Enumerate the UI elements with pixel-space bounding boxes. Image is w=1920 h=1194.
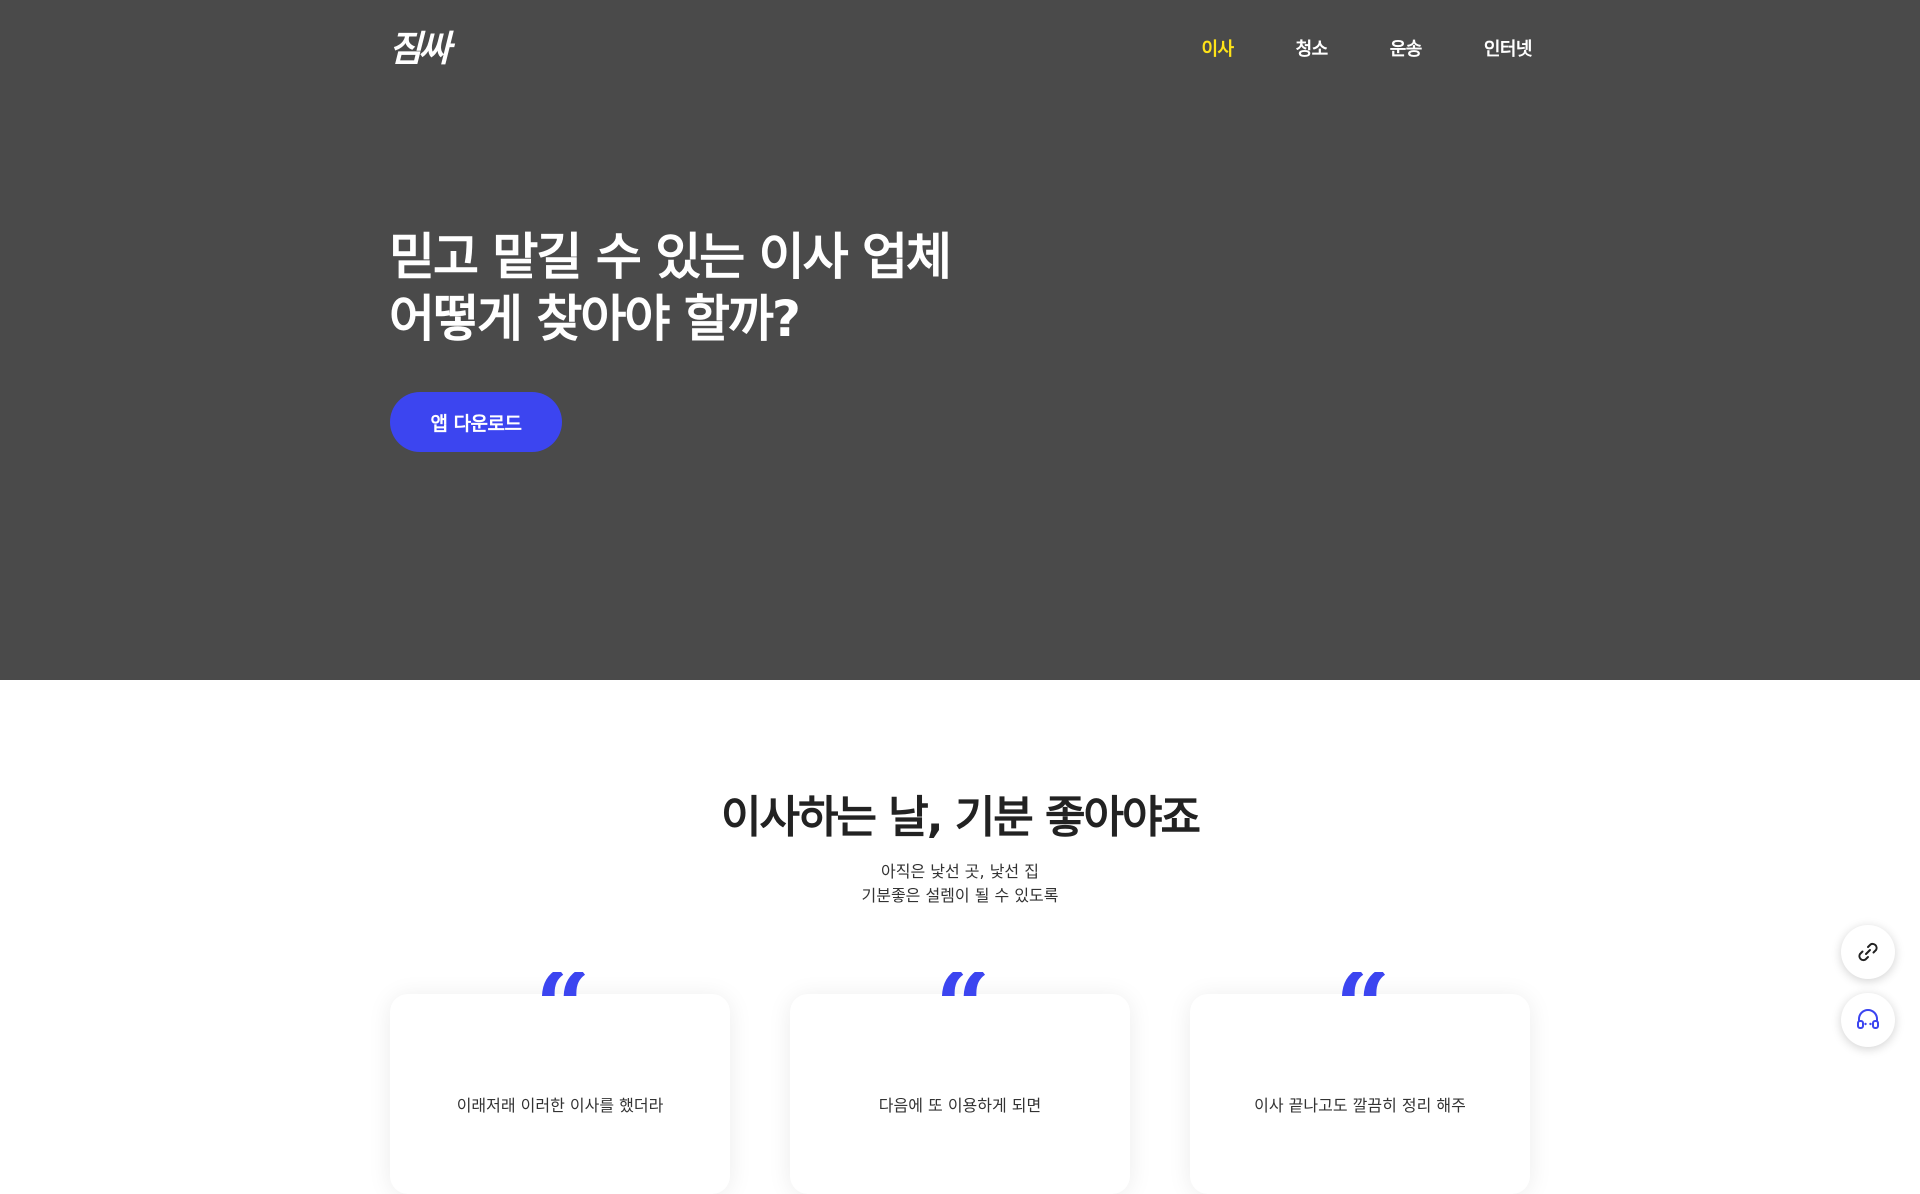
hero-title-line1: 믿고 맡길 수 있는 이사 업체 <box>389 228 952 286</box>
link-icon <box>1858 942 1878 962</box>
section-subtitle-line2: 기분좋은 설렘이 될 수 있도록 <box>861 886 1059 905</box>
review-text: 이래저래 이러한 이사를 했더라 <box>456 1096 664 1115</box>
app-download-button[interactable]: 앱 다운로드 <box>390 392 562 452</box>
review-text: 이사 끝나고도 깔끔히 정리 해주 <box>1254 1096 1466 1115</box>
hero-title: 믿고 맡길 수 있는 이사 업체 어떻게 찾아야 할까? <box>389 226 952 350</box>
nav-item-moving[interactable]: 이사 <box>1201 38 1234 62</box>
nav-item-cleaning[interactable]: 청소 <box>1296 38 1329 62</box>
customer-support-button[interactable] <box>1841 993 1895 1047</box>
review-card: 이래저래 이러한 이사를 했더라 <box>390 994 730 1194</box>
hero-section: 짐싸 이사 청소 운송 인터넷 믿고 맡길 수 있는 이사 업체 어떻게 찾아야… <box>0 0 1920 680</box>
section-subtitle-line1: 아직은 낯선 곳, 낯선 집 <box>881 862 1039 881</box>
headset-icon <box>1857 1009 1879 1029</box>
share-link-button[interactable] <box>1841 925 1895 979</box>
section-subtitle: 아직은 낯선 곳, 낯선 집 기분좋은 설렘이 될 수 있도록 <box>0 860 1920 908</box>
nav-item-internet[interactable]: 인터넷 <box>1484 38 1533 62</box>
review-card: 다음에 또 이용하게 되면 <box>790 994 1130 1194</box>
quote-icon: “ <box>390 972 730 1022</box>
section-title: 이사하는 날, 기분 좋아야죠 <box>721 792 1201 843</box>
main-nav: 이사 청소 운송 인터넷 <box>1139 38 1532 62</box>
logo[interactable]: 짐싸 <box>389 32 451 68</box>
quote-icon: “ <box>1190 972 1530 1022</box>
review-text: 다음에 또 이용하게 되면 <box>878 1096 1042 1115</box>
review-card: 이사 끝나고도 깔끔히 정리 해주 <box>1190 994 1530 1194</box>
quote-icon: “ <box>790 972 1130 1022</box>
nav-item-transport[interactable]: 운송 <box>1390 38 1423 62</box>
review-cards: 이래저래 이러한 이사를 했더라 “ 다음에 또 이용하게 되면 “ 이사 끝나… <box>0 972 1920 1194</box>
hero-title-line2: 어떻게 찾아야 할까? <box>389 290 801 348</box>
